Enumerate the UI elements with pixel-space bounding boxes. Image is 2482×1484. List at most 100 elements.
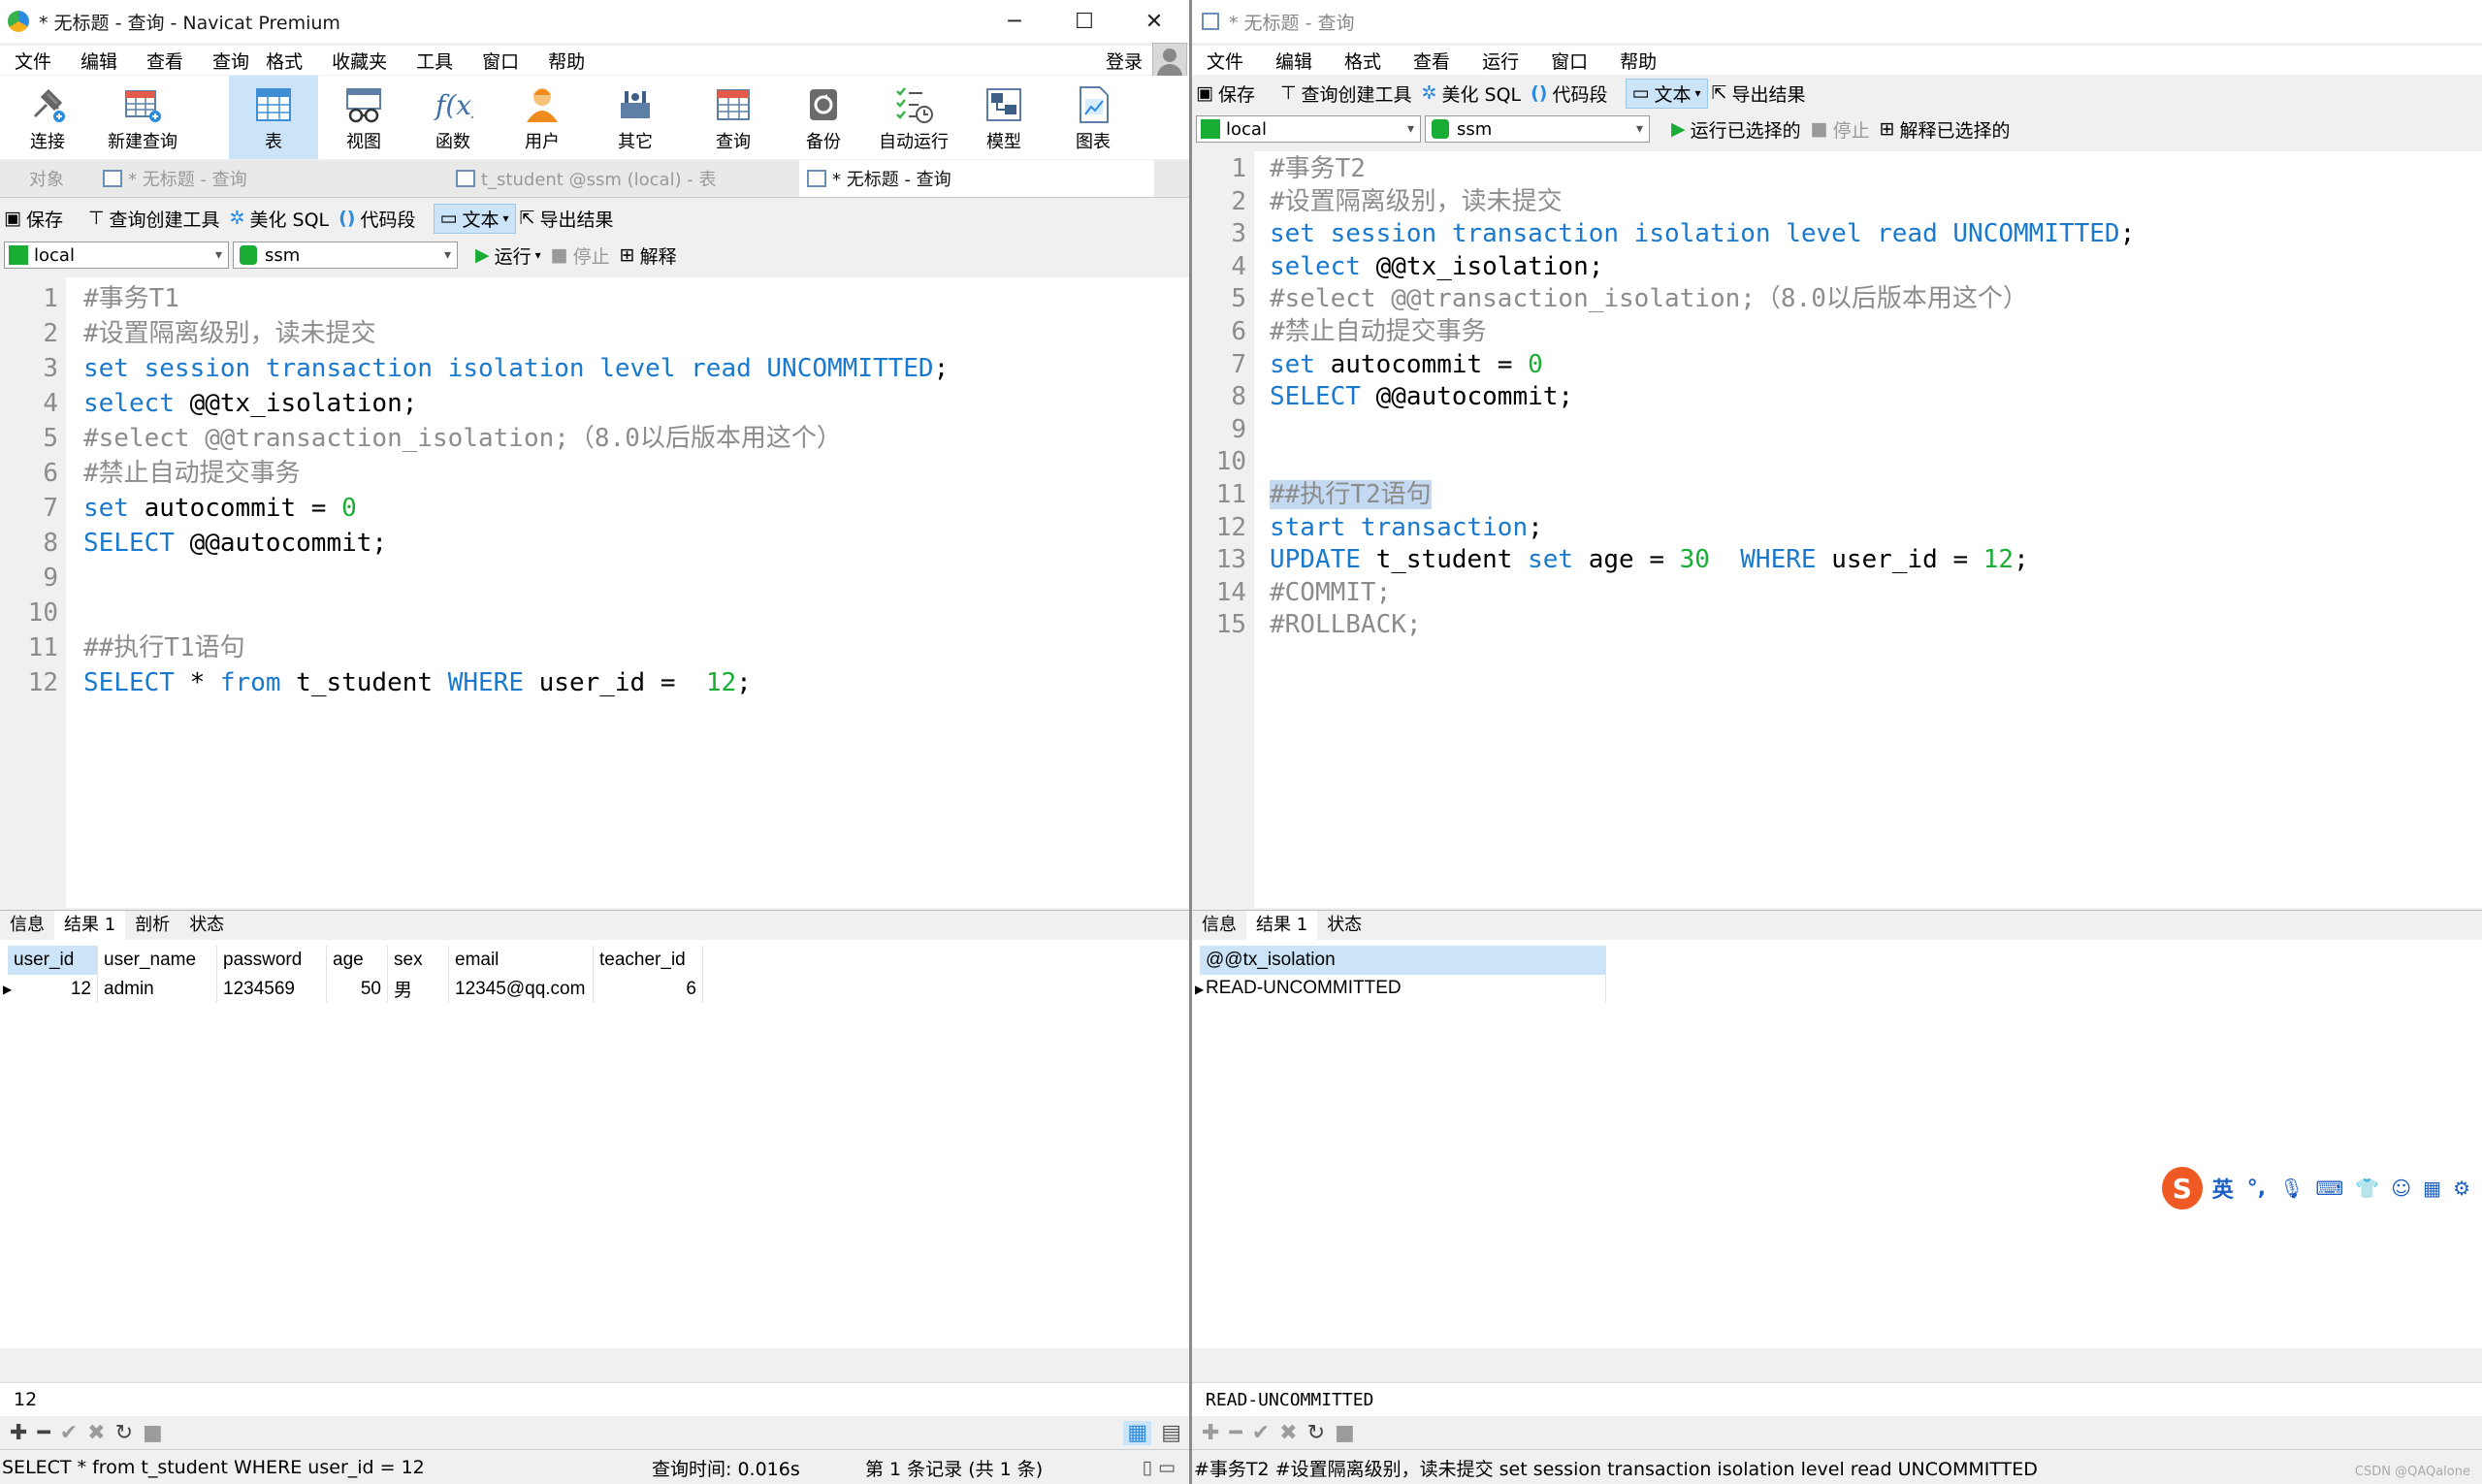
ime-lang-toggle[interactable]: 英 (2212, 1173, 2234, 1204)
table-cell[interactable]: 12345@qq.com (448, 975, 594, 1003)
add-record-icon[interactable]: ✚ (10, 1421, 27, 1445)
user-button[interactable]: 用户 (502, 76, 582, 159)
beautify-sql-button[interactable]: ✲ 美化 SQL (1422, 81, 1522, 107)
table-cell[interactable]: admin (97, 975, 217, 1003)
view-button[interactable]: 视图 (324, 76, 403, 159)
discard-icon[interactable]: ✖ (87, 1421, 105, 1445)
column-header[interactable]: @@tx_isolation (1200, 946, 1606, 975)
code-line[interactable]: select @@tx_isolation; (83, 386, 417, 421)
delete-record-icon[interactable]: ━ (1229, 1421, 1241, 1445)
code-line[interactable]: start transaction; (1270, 512, 1543, 545)
other-button[interactable]: 其它 (596, 76, 675, 159)
table-cell[interactable]: 12 (8, 975, 98, 1003)
table-cell[interactable]: 50 (326, 975, 388, 1003)
menu-help[interactable]: 帮助 (1620, 48, 1657, 74)
chart-button[interactable]: 图表 (1053, 76, 1133, 159)
text-mode-button[interactable]: ▭ 文本 ▾ (1625, 78, 1708, 109)
toolbox-icon[interactable]: ▦ (2423, 1177, 2441, 1200)
explain-button[interactable]: ⊞ 解释 (620, 242, 677, 269)
connection-button[interactable]: 连接 (8, 76, 87, 159)
tab-status[interactable]: 状态 (179, 911, 234, 940)
sql-editor[interactable]: 1 #事务T1 2 #设置隔离级别，读未提交 3 set session transact… (0, 277, 1189, 908)
code-line[interactable]: set session transaction isolation level … (83, 351, 949, 386)
ime-punct-toggle[interactable]: °, (2247, 1177, 2266, 1201)
menu-window[interactable]: 窗口 (1551, 48, 1588, 74)
query-button[interactable]: 查询 (693, 76, 773, 159)
save-button[interactable]: ▣ 保存 (4, 206, 63, 232)
tab-info[interactable]: 信息 (0, 911, 54, 940)
new-query-button[interactable]: 新建查询 (105, 76, 180, 159)
menu-view[interactable]: 查看 (146, 48, 183, 74)
menu-edit[interactable]: 编辑 (81, 48, 117, 74)
tab-profile[interactable]: 剖析 (125, 911, 179, 940)
tab-info[interactable]: 信息 (1192, 911, 1246, 940)
menu-format[interactable]: 格式 (1344, 48, 1381, 74)
table-cell[interactable]: 6 (593, 975, 703, 1003)
code-line[interactable]: SELECT * from t_student WHERE user_id = … (83, 665, 752, 700)
column-header[interactable]: password (216, 946, 327, 975)
code-line[interactable]: UPDATE t_student set age = 30 WHERE user… (1270, 544, 2029, 577)
tab-untitled-query-2[interactable]: * 无标题 - 查询 (799, 160, 1154, 197)
add-record-icon[interactable]: ✚ (1202, 1421, 1219, 1445)
layout-icons[interactable]: ▯ ▭ (1143, 1457, 1176, 1478)
connection-select[interactable]: local ▾ (1196, 115, 1421, 143)
tab-t-student-table[interactable]: t_student @ssm (local) - 表 (448, 160, 797, 197)
code-line[interactable]: #select @@transaction_isolation;（8.0以后版本… (83, 421, 842, 456)
form-view-icon[interactable]: ▤ (1161, 1421, 1181, 1445)
menu-edit[interactable]: 编辑 (1275, 48, 1312, 74)
stop-icon[interactable]: ■ (1335, 1421, 1355, 1445)
code-line[interactable]: SELECT @@autocommit; (83, 526, 387, 561)
code-snippet-button[interactable]: () 代码段 (338, 206, 415, 232)
skin-icon[interactable]: 👕 (2355, 1177, 2379, 1200)
apply-icon[interactable]: ✔ (60, 1421, 78, 1445)
backup-button[interactable]: 备份 (784, 76, 863, 159)
code-line[interactable]: SELECT @@autocommit; (1270, 381, 1573, 414)
column-header[interactable]: user_name (97, 946, 217, 975)
code-line[interactable]: #ROLLBACK; (1270, 609, 1422, 642)
run-selected-button[interactable]: ▶ 运行已选择的 (1671, 116, 1801, 143)
connection-select[interactable]: local ▾ (4, 242, 229, 269)
menu-favorites[interactable]: 收藏夹 (332, 48, 387, 74)
column-header[interactable]: user_id (8, 946, 98, 975)
avatar[interactable] (1152, 43, 1187, 78)
table-button[interactable]: 表 (229, 76, 318, 159)
table-cell[interactable]: 男 (387, 975, 449, 1003)
table-cell[interactable]: 1234569 (216, 975, 327, 1003)
beautify-sql-button[interactable]: ✲ 美化 SQL (230, 206, 330, 232)
code-line[interactable]: set autocommit = 0 (1270, 349, 1543, 382)
settings-gear-icon[interactable]: ⚙ (2453, 1177, 2470, 1200)
column-header[interactable]: sex (387, 946, 449, 975)
code-line[interactable]: #事务T2 (1270, 153, 1366, 186)
maximize-icon[interactable]: ☐ (1049, 0, 1119, 43)
delete-record-icon[interactable]: ━ (37, 1421, 49, 1445)
text-mode-button[interactable]: ▭ 文本 ▾ (433, 203, 516, 234)
tab-result-1[interactable]: 结果 1 (1246, 911, 1318, 940)
code-line[interactable]: #select @@transaction_isolation;（8.0以后版本… (1270, 283, 2028, 316)
code-line[interactable]: #设置隔离级别，读未提交 (1270, 186, 1563, 219)
menu-query[interactable]: 查询 (212, 48, 249, 74)
code-line[interactable]: ##执行T1语句 (83, 630, 245, 665)
function-button[interactable]: f(x) 函数 (413, 76, 493, 159)
close-icon[interactable]: ✕ (1119, 0, 1189, 43)
refresh-icon[interactable]: ↻ (1307, 1421, 1325, 1445)
stop-button[interactable]: ■ 停止 (551, 242, 610, 269)
tab-result-1[interactable]: 结果 1 (54, 911, 126, 940)
menu-tools[interactable]: 工具 (416, 48, 453, 74)
menu-window[interactable]: 窗口 (482, 48, 519, 74)
table-row[interactable]: READ-UNCOMMITTED (1200, 975, 1606, 1002)
menu-help[interactable]: 帮助 (548, 48, 585, 74)
refresh-icon[interactable]: ↻ (115, 1421, 133, 1445)
code-line[interactable]: ##执行T2语句 (1270, 479, 1432, 512)
sql-editor[interactable]: 1 #事务T2 2 #设置隔离级别，读未提交 3 set session transact… (1192, 151, 2482, 908)
menu-format[interactable]: 格式 (266, 48, 303, 74)
code-line[interactable]: set session transaction isolation level … (1270, 218, 2135, 251)
save-button[interactable]: ▣ 保存 (1196, 81, 1255, 107)
column-header[interactable]: age (326, 946, 388, 975)
grid-view-icon[interactable]: ▦ (1123, 1420, 1152, 1445)
microphone-icon[interactable]: 🎙 (2279, 1177, 2304, 1200)
code-line[interactable]: #禁止自动提交事务 (83, 456, 301, 491)
menu-file[interactable]: 文件 (15, 48, 51, 74)
menu-run[interactable]: 运行 (1482, 48, 1519, 74)
login-link[interactable]: 登录 (1106, 48, 1143, 74)
query-builder-button[interactable]: ⊤ 查询创建工具 (1280, 81, 1412, 107)
